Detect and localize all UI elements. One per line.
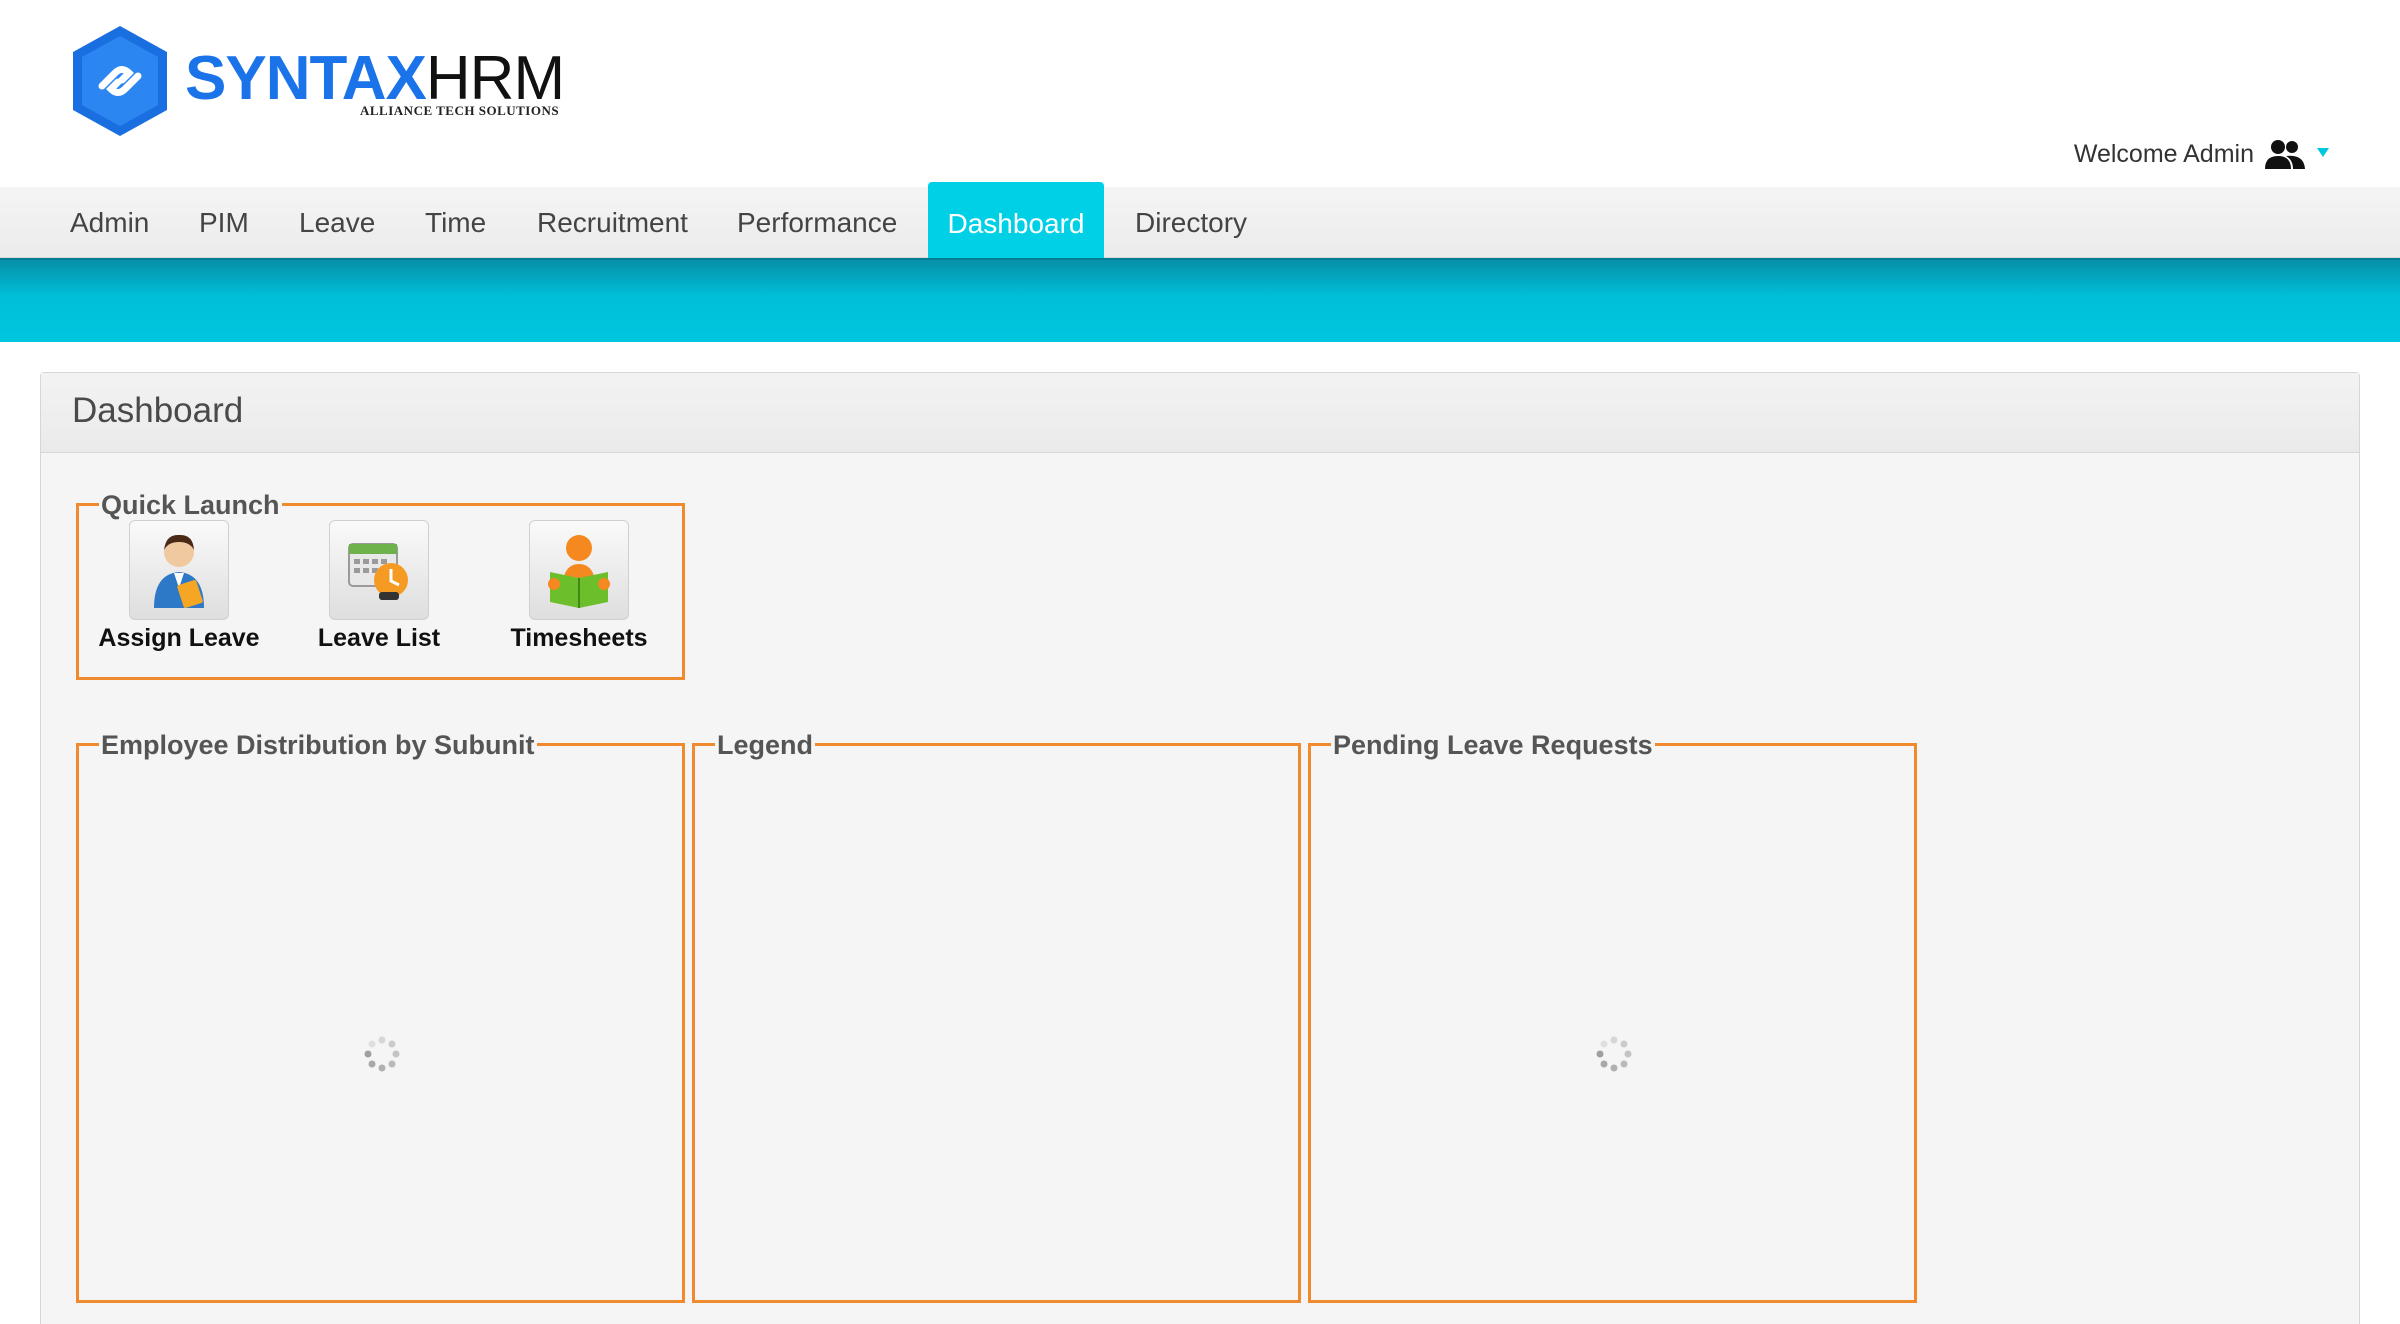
quick-launch-assign-leave[interactable]: Assign Leave [79,520,279,653]
users-icon [2264,138,2306,170]
welcome-text: Welcome Admin [2073,139,2254,168]
nav-item-admin[interactable]: Admin [70,187,149,258]
widget-title: Pending Leave Requests [1331,728,1655,762]
nav-item-leave[interactable]: Leave [299,187,375,258]
app-header: SYNTAXHRM ALLIANCE TECH SOLUTIONS Welcom… [0,0,2400,187]
widget-title: Employee Distribution by Subunit [99,728,537,762]
assign-leave-label: Assign Leave [98,624,260,652]
quick-launch-box: Quick Launch Assign Leave Leave List Tim… [76,488,685,680]
widget-pending-leave-requests: Pending Leave Requests [1308,728,1917,1303]
timesheets-label: Timesheets [510,624,648,652]
caret-down-icon[interactable] [2316,145,2330,163]
nav-item-time[interactable]: Time [425,187,486,258]
brand-tagline: ALLIANCE TECH SOLUTIONS [360,103,560,118]
assign-leave-icon [129,520,229,620]
brand-logo[interactable]: SYNTAXHRM ALLIANCE TECH SOLUTIONS [70,24,590,144]
leave-list-label: Leave List [317,624,441,652]
nav-item-performance[interactable]: Performance [737,187,897,258]
nav-item-pim[interactable]: PIM [199,187,249,258]
quick-launch-leave-list[interactable]: Leave List [279,520,479,653]
page-title: Dashboard [72,391,244,430]
nav-item-dashboard[interactable]: Dashboard [928,182,1104,260]
widget-title: Legend [715,728,816,762]
header-band [0,258,2400,342]
nav-item-recruitment[interactable]: Recruitment [537,187,688,258]
nav-item-directory[interactable]: Directory [1135,187,1247,258]
timesheets-icon [529,520,629,620]
widget-legend: Legend [692,728,1301,1303]
main-nav: Admin PIM Leave Time Recruitment Perform… [0,182,2400,260]
leave-list-icon [329,520,429,620]
panel-header: Dashboard [41,373,2359,453]
quick-launch-timesheets[interactable]: Timesheets [479,520,679,653]
dashboard-panel: Dashboard Quick Launch Assign Leave Leav… [40,372,2360,1324]
quick-launch-title: Quick Launch [99,488,282,522]
widget-employee-distribution: Employee Distribution by Subunit [76,728,685,1303]
loading-spinner-icon [1596,1036,1632,1072]
user-menu[interactable]: Welcome Admin [2074,138,2330,170]
loading-spinner-icon [364,1036,400,1072]
